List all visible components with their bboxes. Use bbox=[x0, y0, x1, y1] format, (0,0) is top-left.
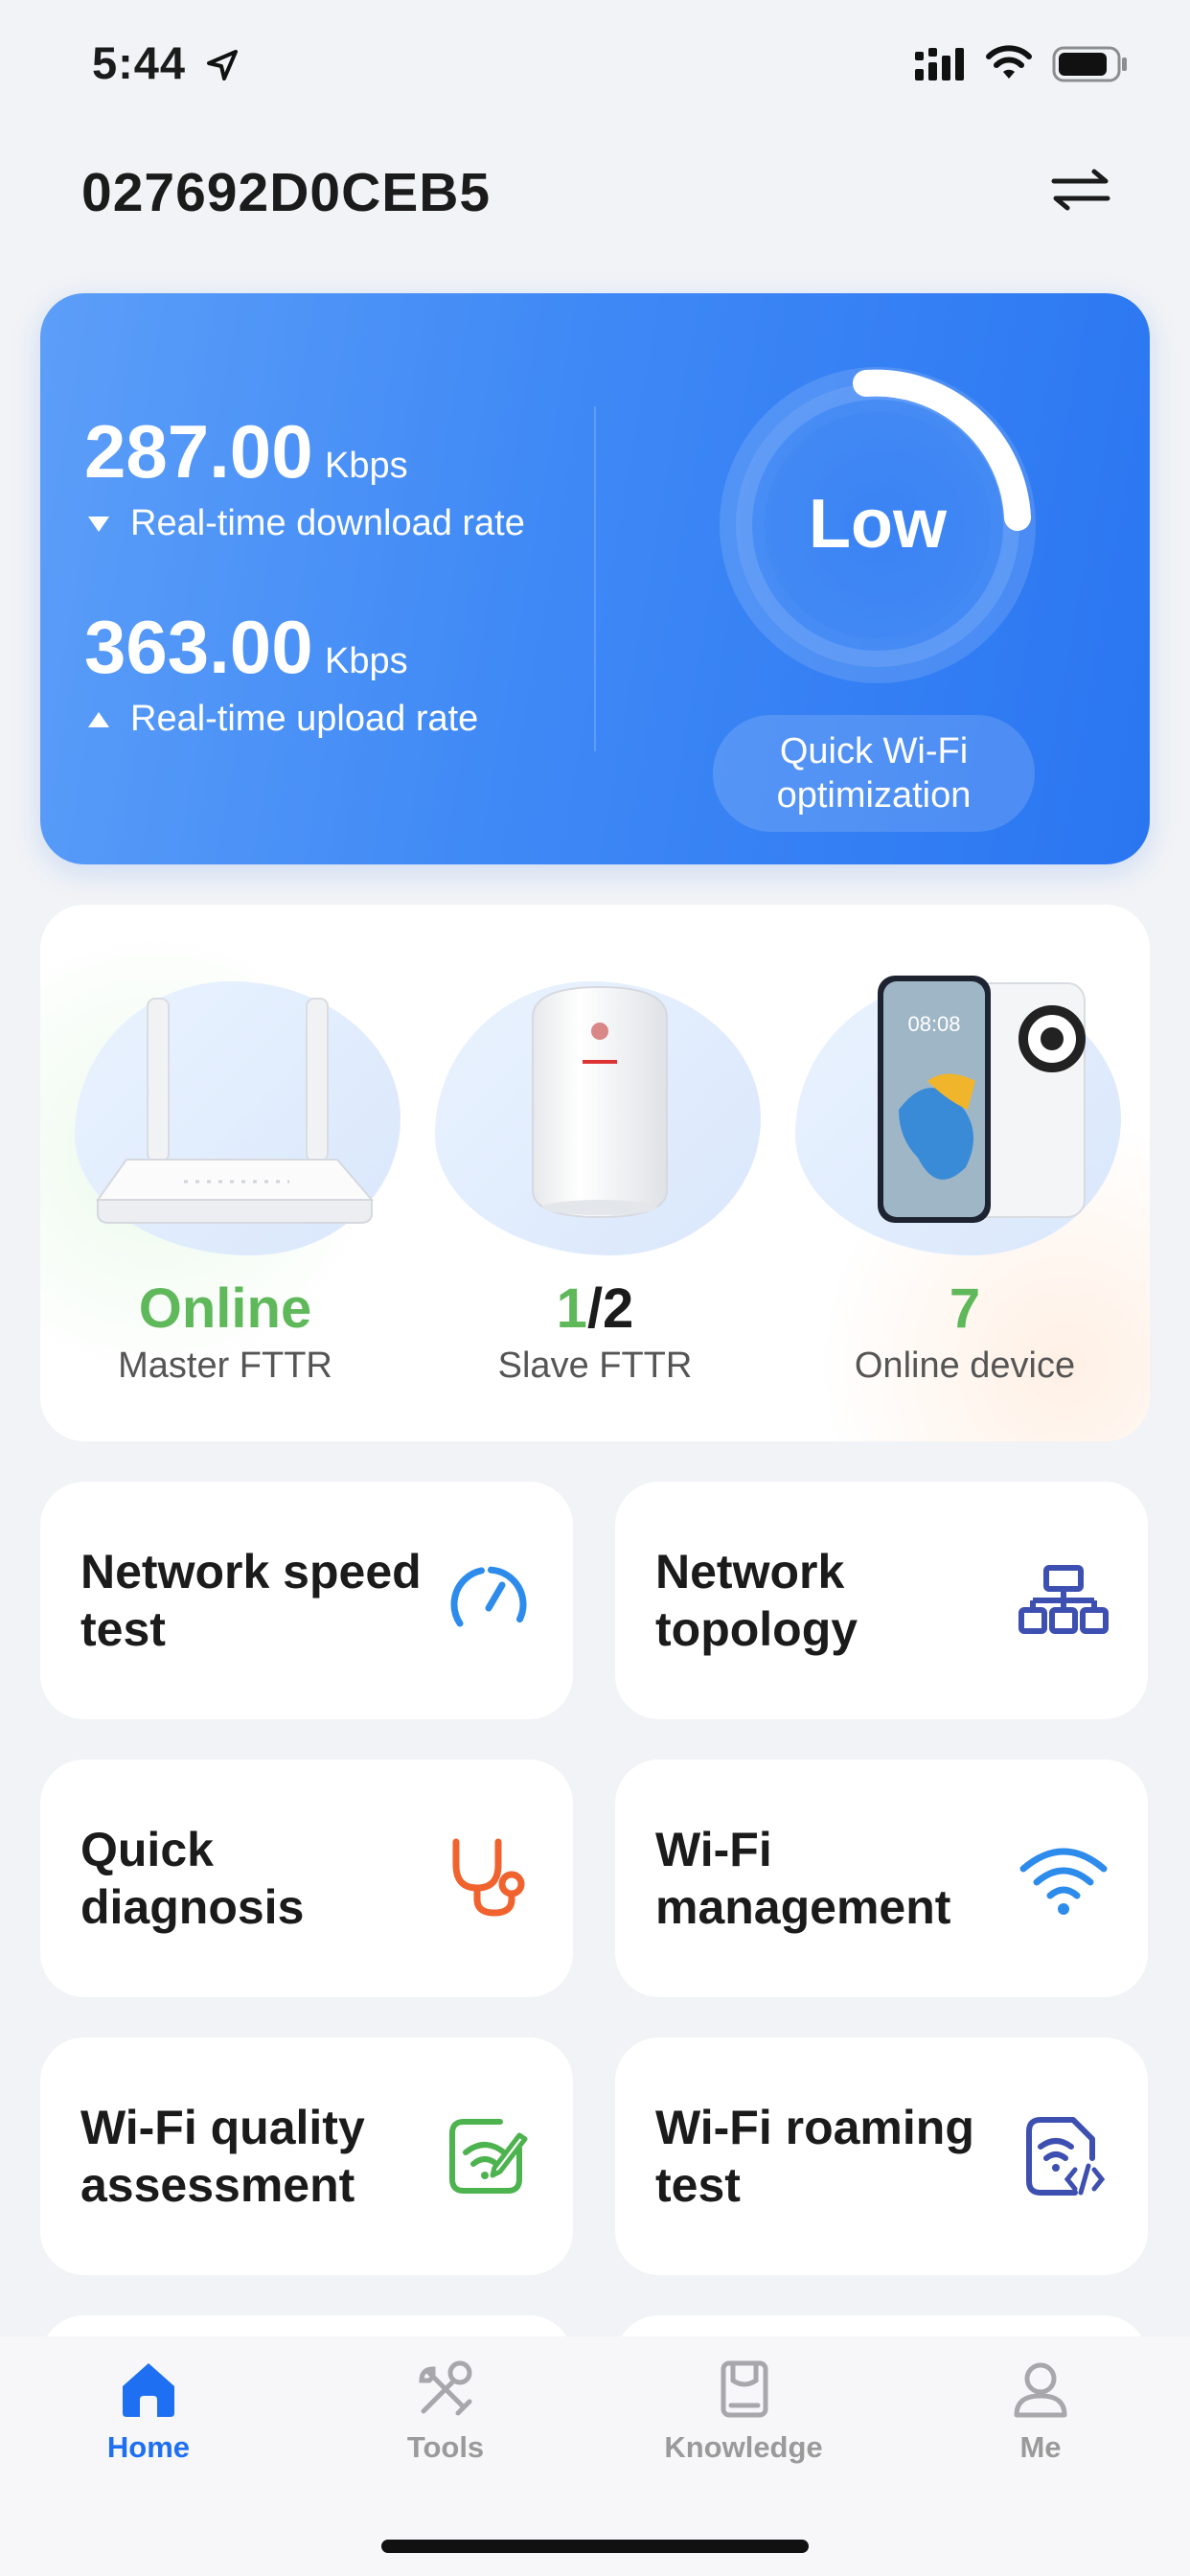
slave-fttr-total: /2 bbox=[586, 1277, 634, 1340]
download-rate-label: Real-time download rate bbox=[130, 503, 525, 543]
book-icon bbox=[721, 2360, 768, 2418]
tile-label: Wi-Fi management bbox=[655, 1823, 951, 1934]
slave-fttr-online: 1 bbox=[556, 1277, 587, 1340]
master-fttr-status: Online bbox=[138, 1277, 312, 1340]
tab-tools[interactable]: Tools bbox=[331, 2358, 561, 2465]
up-triangle-icon bbox=[88, 711, 109, 727]
router-image bbox=[96, 998, 375, 1224]
download-rate: 287.00 Kbps Real-time download rate bbox=[84, 408, 525, 544]
tab-knowledge-label: Knowledge bbox=[664, 2430, 823, 2464]
wifi-management-tile[interactable]: Wi-Fi management bbox=[615, 1760, 1148, 1997]
gauge-label: Low bbox=[809, 486, 947, 563]
user-icon bbox=[1014, 2362, 1067, 2418]
tile-label: Wi-Fi quality assessment bbox=[80, 2101, 365, 2212]
tab-me[interactable]: Me bbox=[926, 2358, 1156, 2465]
phone-clock: 08:08 bbox=[907, 1012, 960, 1036]
wifi-status-icon bbox=[986, 45, 1032, 79]
upload-rate: 363.00 Kbps Real-time upload rate bbox=[84, 604, 478, 740]
tab-me-label: Me bbox=[1019, 2430, 1062, 2464]
device-id-title: 027692D0CEB5 bbox=[81, 162, 492, 223]
tab-home-label: Home bbox=[106, 2430, 191, 2464]
stethoscope-icon bbox=[452, 1838, 525, 1917]
wifi-roaming-test-tile[interactable]: Wi-Fi roaming test bbox=[615, 2037, 1148, 2275]
tab-knowledge[interactable]: Knowledge bbox=[629, 2358, 858, 2465]
phone-image: 08:08 bbox=[878, 976, 1086, 1223]
home-indicator[interactable] bbox=[381, 2540, 809, 2553]
rate-card: 287.00 Kbps Real-time download rate 363.… bbox=[40, 293, 1150, 864]
switch-arrows-icon[interactable] bbox=[1050, 169, 1111, 211]
slave-fttr-count: 1/2 bbox=[410, 1276, 780, 1341]
upload-rate-unit: Kbps bbox=[325, 641, 408, 681]
upload-rate-value: 363.00 bbox=[84, 605, 313, 689]
wifi-quality-assessment-tile[interactable]: Wi-Fi quality assessment bbox=[40, 2037, 573, 2275]
wifi-icon bbox=[1019, 1848, 1108, 1915]
tools-icon bbox=[419, 2360, 472, 2416]
master-fttr-label: Master FTTR bbox=[118, 1346, 332, 1386]
upload-rate-label: Real-time upload rate bbox=[130, 699, 479, 739]
online-device-label: Online device bbox=[854, 1346, 1076, 1386]
master-fttr-item[interactable]: Online Master FTTR bbox=[40, 905, 410, 1441]
wifi-code-icon bbox=[1026, 2117, 1106, 2196]
location-arrow-icon bbox=[207, 50, 238, 80]
download-rate-unit: Kbps bbox=[325, 446, 408, 486]
network-speed-test-tile[interactable]: Network speed test bbox=[40, 1482, 573, 1719]
home-icon bbox=[123, 2363, 174, 2417]
network-topology-tile[interactable]: Network topology bbox=[615, 1482, 1148, 1719]
tab-home[interactable]: Home bbox=[34, 2358, 263, 2465]
quick-wifi-optimization-button[interactable]: Quick Wi-Fi optimization bbox=[713, 715, 1035, 832]
quick-diagnosis-tile[interactable]: Quick diagnosis bbox=[40, 1760, 573, 1997]
tile-label: Quick diagnosis bbox=[80, 1823, 305, 1934]
online-device-item[interactable]: 08:08 7 Online device bbox=[780, 905, 1150, 1441]
online-device-count: 7 bbox=[949, 1277, 981, 1340]
bottom-navigation: Home Tools Knowledge Me bbox=[0, 2336, 1190, 2576]
down-triangle-icon bbox=[88, 516, 109, 532]
status-bar: 5:44 bbox=[0, 0, 1190, 125]
slave-fttr-image bbox=[532, 985, 668, 1219]
cellular-signal-icon bbox=[915, 48, 964, 80]
speedometer-icon bbox=[450, 1566, 527, 1627]
download-rate-value: 287.00 bbox=[84, 409, 313, 494]
rate-divider bbox=[594, 406, 596, 751]
device-status-card: Online Master FTTR 1/2 Slave FTTR 08:08 … bbox=[40, 905, 1150, 1441]
status-time: 5:44 bbox=[92, 37, 187, 88]
wifi-edit-icon bbox=[449, 2119, 528, 2194]
slave-fttr-label: Slave FTTR bbox=[497, 1346, 693, 1386]
topology-icon bbox=[1018, 1565, 1109, 1634]
tile-label: Network topology bbox=[655, 1545, 858, 1656]
battery-icon bbox=[1052, 46, 1127, 82]
tab-tools-label: Tools bbox=[406, 2430, 485, 2464]
slave-fttr-item[interactable]: 1/2 Slave FTTR bbox=[410, 905, 780, 1441]
tile-label: Network speed test bbox=[80, 1545, 422, 1656]
tile-label: Wi-Fi roaming test bbox=[655, 2101, 974, 2212]
